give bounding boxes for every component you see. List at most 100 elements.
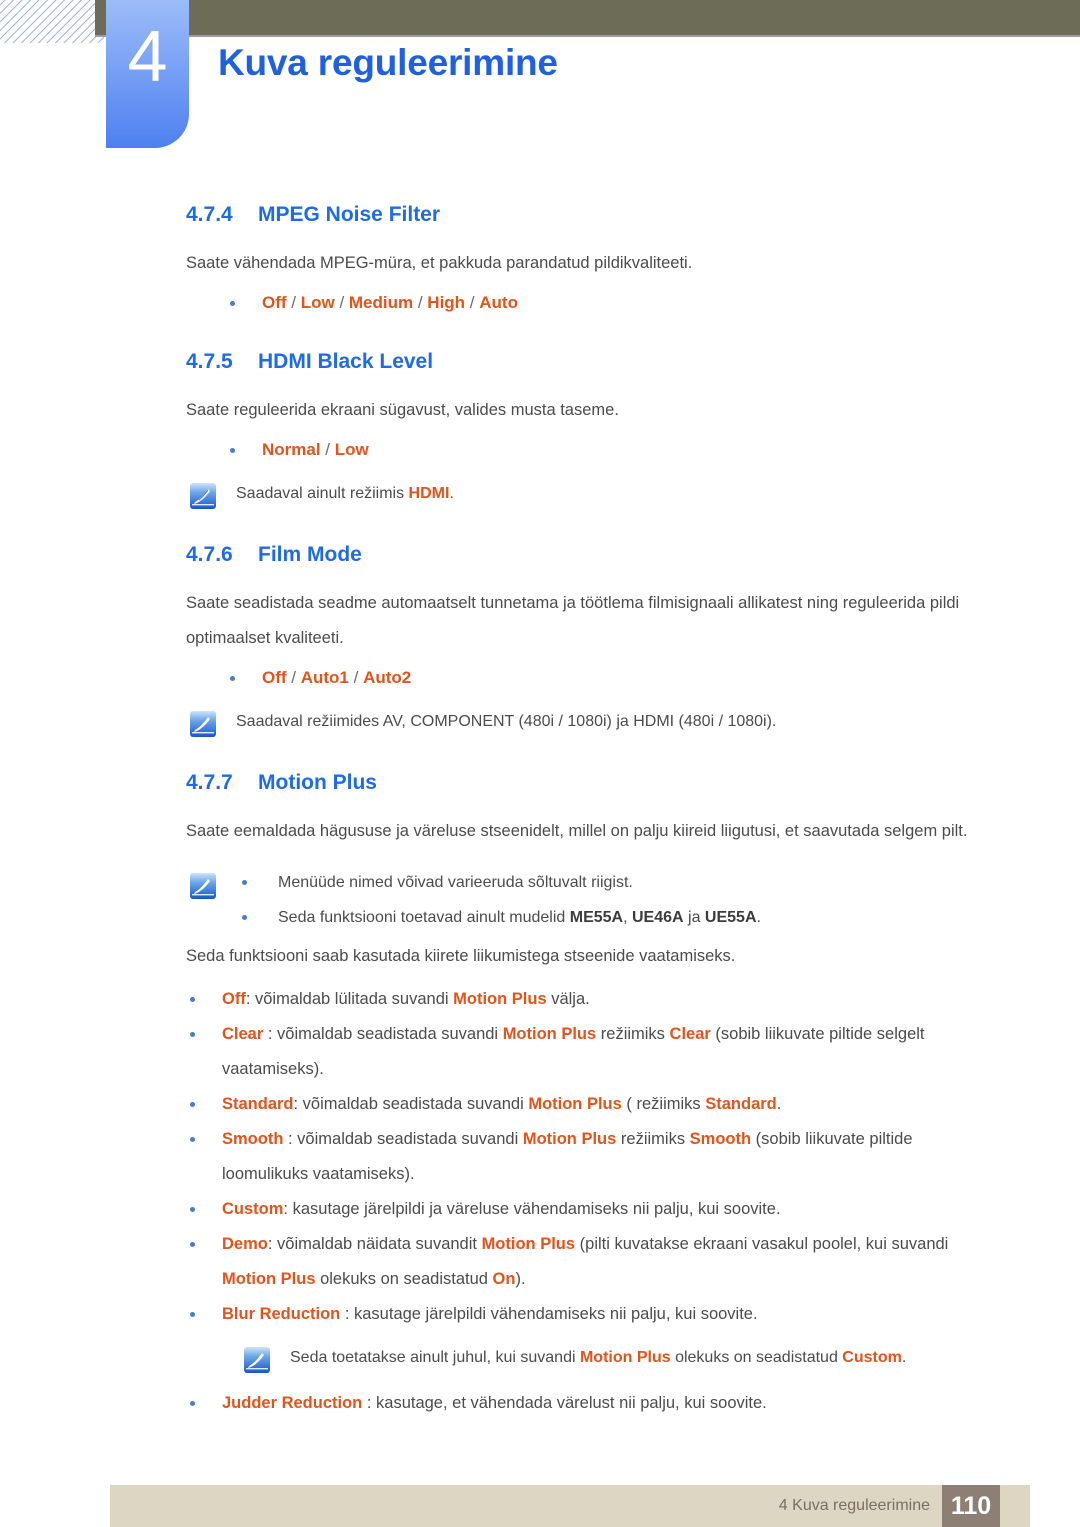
top-olive-bar: [95, 0, 1080, 35]
note-text-mid: olekuks on seadistatud: [670, 1349, 843, 1366]
inline-highlight: Motion Plus: [528, 1095, 622, 1113]
note-film-mode-availability: Saadaval režiimides AV, COMPONENT (480i …: [0, 704, 1080, 742]
section-body-4-7-7: Saate eemaldada hägususe ja väreluse sts…: [186, 822, 968, 840]
note-highlight-2: Custom: [842, 1349, 902, 1366]
note-text-highlight: HDMI: [408, 485, 450, 502]
option-low: Low: [300, 293, 335, 312]
mid-text: (pilti kuvatakse ekraani vasakul poolel,…: [575, 1235, 949, 1253]
bullet-dot: [230, 301, 235, 306]
inline-highlight-3: On: [492, 1270, 516, 1288]
bullet-dot: [190, 1242, 195, 1247]
term: Blur Reduction: [222, 1305, 341, 1323]
note-pen-icon: [190, 483, 216, 509]
option-off: Off: [262, 293, 287, 312]
bullet-dot: [242, 915, 247, 920]
bullet-dot: [190, 1401, 195, 1406]
page-title: Kuva reguleerimine: [218, 42, 558, 83]
inline-highlight: Motion Plus: [453, 990, 547, 1008]
motion-plus-item-blur-reduction: Blur Reduction : kasutage järelpildi väh…: [0, 1297, 1080, 1332]
bullet-dot: [190, 1137, 195, 1142]
model-joiner: ,: [623, 909, 632, 926]
term: Custom: [222, 1200, 284, 1218]
section-number: 4.7.6: [186, 543, 233, 566]
tail: .: [776, 1095, 782, 1113]
bullet-dot: [190, 1032, 195, 1037]
after-term: : kasutage järelpildi vähendamiseks nii …: [340, 1305, 758, 1323]
note-bullet-menu-names: Menüüde nimed võivad varieeruda sõltuval…: [0, 865, 1000, 900]
section-body-4-7-6: Saate seadistada seadme automaatselt tun…: [186, 594, 960, 647]
note-bullet-text: Menüüde nimed võivad varieeruda sõltuval…: [278, 874, 633, 891]
section-body-4-7-5: Saate reguleerida ekraani sügavust, vali…: [186, 401, 619, 419]
after-term: : võimaldab seadistada suvandi: [263, 1025, 503, 1043]
bullet-dot: [190, 1102, 195, 1107]
option-list-film-mode: Off / Auto1 / Auto2: [0, 660, 1080, 696]
after-term: : võimaldab seadistada suvandi: [293, 1095, 529, 1113]
page-footer: 4 Kuva reguleerimine 110: [110, 1485, 1030, 1527]
inline-highlight: Motion Plus: [502, 1025, 597, 1043]
note-text-pre: Saadaval ainult režiimis: [236, 485, 409, 502]
note-blur-reduction-support: Seda toetatakse ainult juhul, kui suvand…: [0, 1340, 1080, 1378]
section-heading-4-7-7: 4.7.7 Motion Plus: [0, 768, 1080, 798]
page-number: 110: [942, 1485, 1000, 1527]
note-text: Saadaval režiimides AV, COMPONENT (480i …: [236, 713, 777, 730]
term: Standard: [222, 1095, 294, 1113]
model-ue46a: UE46A: [632, 909, 684, 926]
footer-chapter-label: 4 Kuva reguleerimine: [778, 1497, 930, 1514]
note-hdmi-availability: Saadaval ainult režiimis HDMI.: [0, 476, 1080, 514]
note-bullet-text: Seda funktsiooni toetavad ainult mudelid: [278, 909, 570, 926]
bullet-dot: [190, 1207, 195, 1212]
term: Smooth: [222, 1130, 284, 1148]
motion-plus-item-smooth: Smooth : võimaldab seadistada suvandi Mo…: [0, 1122, 1080, 1192]
after-term: : kasutage, et vähendada värelust nii pa…: [362, 1394, 767, 1412]
option-medium: Medium: [348, 293, 414, 312]
after-term: : kasutage järelpildi ja väreluse vähend…: [283, 1200, 781, 1218]
page-header: 4 Kuva reguleerimine: [0, 0, 1080, 160]
mid-text-2: olekuks on seadistatud: [315, 1270, 493, 1288]
section-title: HDMI Black Level: [258, 350, 434, 373]
section-body2-4-7-7: Seda funktsiooni saab kasutada kiirete l…: [186, 947, 736, 965]
note-motion-plus-models: Menüüde nimed võivad varieeruda sõltuval…: [0, 865, 1080, 935]
tail: välja.: [546, 990, 590, 1008]
motion-plus-item-standard: Standard: võimaldab seadistada suvandi M…: [0, 1087, 1080, 1122]
motion-plus-item-demo: Demo: võimaldab näidata suvandit Motion …: [0, 1227, 1080, 1297]
section-heading-4-7-5: 4.7.5 HDMI Black Level: [0, 347, 1080, 377]
option-list-hdmi-black-level: Normal / Low: [0, 432, 1080, 468]
bullet-dot: [190, 997, 195, 1002]
inline-highlight-2: Clear: [669, 1025, 711, 1043]
note-highlight-1: Motion Plus: [579, 1349, 671, 1366]
term: Judder Reduction: [222, 1394, 363, 1412]
after-term: : võimaldab näidata suvandit: [267, 1235, 482, 1253]
section-body-4-7-4: Saate vähendada MPEG-müra, et pakkuda pa…: [186, 254, 693, 272]
inline-highlight: Motion Plus: [522, 1130, 617, 1148]
note-text-pre: Seda toetatakse ainult juhul, kui suvand…: [290, 1349, 580, 1366]
section-number: 4.7.4: [186, 203, 233, 226]
bullet-dot: [190, 1312, 195, 1317]
inline-highlight-2: Motion Plus: [222, 1270, 316, 1288]
tail: ).: [515, 1270, 526, 1288]
option-list-mpeg: Off / Low / Medium / High / Auto: [0, 285, 1080, 321]
note-text-post: .: [901, 1349, 907, 1366]
section-heading-4-7-6: 4.7.6 Film Mode: [0, 540, 1080, 570]
inline-highlight-2: Standard: [705, 1095, 777, 1113]
document-content: 4.7.4 MPEG Noise Filter Saate vähendada M…: [0, 200, 1080, 1421]
hatch-decoration: [0, 0, 107, 43]
mid-text: ( režiimiks: [621, 1095, 706, 1113]
term: Off: [222, 990, 246, 1008]
model-me55a: ME55A: [569, 909, 624, 926]
section-number: 4.7.5: [186, 350, 233, 373]
note-text-post: .: [449, 485, 454, 502]
option-low: Low: [334, 440, 369, 459]
bullet-dot: [230, 676, 235, 681]
section-title: Motion Plus: [258, 771, 377, 794]
motion-plus-item-custom: Custom: kasutage järelpildi ja väreluse …: [0, 1192, 1080, 1227]
mid-text: režiimiks: [596, 1025, 670, 1043]
bullet-dot: [230, 448, 235, 453]
model-ue55a: UE55A: [704, 909, 757, 926]
option-auto: Auto: [479, 293, 518, 312]
note-bullet-supported-models: Seda funktsiooni toetavad ainult mudelid…: [0, 900, 1000, 935]
note-pen-icon: [190, 711, 216, 737]
bullet-dot: [242, 880, 247, 885]
top-bar-underline: [95, 35, 1080, 37]
option-high: High: [427, 293, 466, 312]
section-title: Film Mode: [258, 543, 362, 566]
